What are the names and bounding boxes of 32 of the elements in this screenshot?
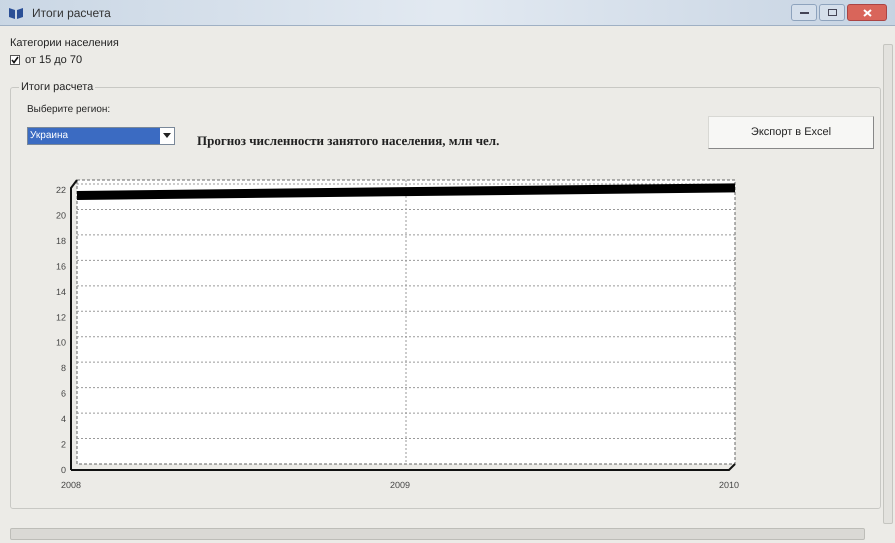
maximize-button[interactable] xyxy=(819,4,845,21)
section-label: Категории населения xyxy=(10,36,120,50)
y-tick-label: 12 xyxy=(56,312,66,322)
window-title: Итоги расчета xyxy=(32,4,111,22)
minimize-button[interactable] xyxy=(791,4,817,21)
region-label: Выберите регион: xyxy=(27,102,112,116)
horizontal-scrollbar[interactable] xyxy=(10,528,865,540)
x-tick-label: 2009 xyxy=(390,480,410,490)
y-tick-label: 0 xyxy=(60,465,66,475)
y-tick-label: 4 xyxy=(60,414,66,424)
x-tick-label: 2010 xyxy=(718,480,740,490)
region-dropdown[interactable]: Украина xyxy=(27,126,175,144)
close-button[interactable] xyxy=(847,4,887,21)
export-button[interactable]: Экспорт в Excel xyxy=(708,116,874,148)
y-tick-label: 18 xyxy=(56,236,66,246)
vertical-scrollbar[interactable] xyxy=(883,44,893,524)
chart-title: Прогноз численности занятого населения, млн чел. xyxy=(197,132,500,150)
checkbox-label: от 15 до 70 xyxy=(25,53,82,68)
dropdown-arrow-icon xyxy=(163,133,171,138)
y-tick-label: 20 xyxy=(56,210,66,220)
app-icon xyxy=(8,6,24,20)
y-tick-label: 10 xyxy=(56,338,66,348)
x-tick-label: 2008 xyxy=(60,480,82,490)
checkbox[interactable] xyxy=(10,55,20,66)
y-tick-label: 8 xyxy=(60,363,66,374)
y-tick-label: 16 xyxy=(56,261,66,272)
group-title: Итоги расчета xyxy=(19,80,96,94)
y-tick-label: 14 xyxy=(56,286,66,297)
close-icon xyxy=(862,8,872,16)
y-tick-label: 22 xyxy=(56,185,66,195)
y-tick-label: 6 xyxy=(60,388,66,399)
y-tick-label: 2 xyxy=(60,440,66,450)
